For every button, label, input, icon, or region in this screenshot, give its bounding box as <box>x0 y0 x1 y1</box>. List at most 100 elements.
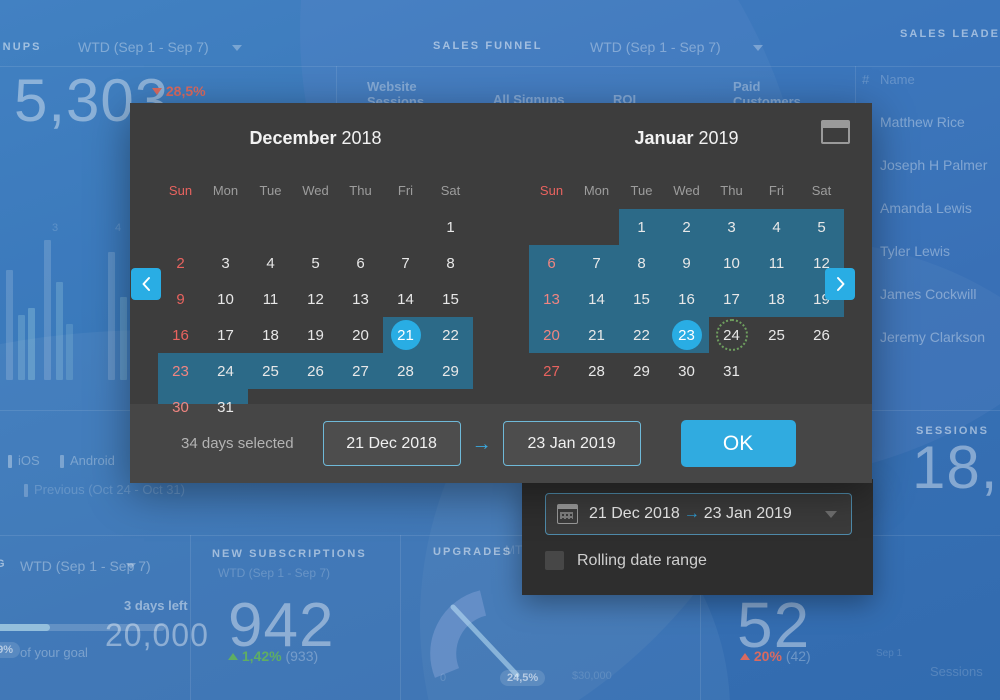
calendar-day-cell[interactable]: 10 <box>709 245 754 281</box>
bar <box>56 282 63 380</box>
calendar-day-cell[interactable]: 21 <box>383 317 428 353</box>
chevron-down-icon[interactable] <box>232 45 242 51</box>
end-date-field[interactable]: 23 Jan 2019 <box>502 421 641 466</box>
previous-month-button[interactable] <box>131 268 161 300</box>
calendar-day-cell[interactable]: 4 <box>754 209 799 245</box>
calendar-day-cell[interactable]: 17 <box>203 317 248 353</box>
start-date-field[interactable]: 21 Dec 2018 <box>322 421 461 466</box>
bar <box>18 315 25 380</box>
rolling-date-range-label: Rolling date range <box>577 551 707 569</box>
calendar-day-cell[interactable]: 1 <box>619 209 664 245</box>
calendar-day-number: 28 <box>588 362 605 380</box>
widget-period-new-subscriptions[interactable]: WTD (Sep 1 - Sep 7) <box>218 566 330 580</box>
calendar-day-cell[interactable]: 20 <box>529 317 574 353</box>
legend-swatch-ios <box>8 455 12 468</box>
calendar-day-cell[interactable]: 18 <box>248 317 293 353</box>
calendar-day-cell[interactable]: 2 <box>664 209 709 245</box>
calendar-day-cell[interactable]: 31 <box>709 353 754 389</box>
calendar-day-cell[interactable]: 1 <box>428 209 473 245</box>
weekday-label: Sat <box>440 183 461 198</box>
calendar-day-cell[interactable]: 25 <box>248 353 293 389</box>
calendar-day-cell[interactable]: 24 <box>203 353 248 389</box>
calendar-day-cell[interactable]: 28 <box>383 353 428 389</box>
gauge-min-label: 0 <box>440 672 447 684</box>
calendar-day-number: 19 <box>307 326 324 344</box>
calendar-day-cell[interactable]: 21 <box>574 317 619 353</box>
window-panel-icon[interactable] <box>821 120 850 144</box>
rolling-date-range-checkbox[interactable] <box>545 551 564 570</box>
widget-period-sales-funnel[interactable]: WTD (Sep 1 - Sep 7) <box>590 39 721 55</box>
chevron-down-icon[interactable] <box>126 563 136 569</box>
widget-label-signups: GNUPS <box>0 41 42 53</box>
calendar-day-cell[interactable]: 6 <box>529 245 574 281</box>
calendar-day-cell[interactable]: 3 <box>709 209 754 245</box>
calendar-day-cell[interactable]: 14 <box>383 281 428 317</box>
calendar-day-cell[interactable]: 11 <box>248 281 293 317</box>
calendar-day-number: 27 <box>543 362 560 380</box>
calendar-day-cell[interactable]: 9 <box>158 281 203 317</box>
chevron-down-icon[interactable] <box>753 45 763 51</box>
calendar-day-cell[interactable]: 18 <box>754 281 799 317</box>
calendar-day-cell[interactable]: 12 <box>293 281 338 317</box>
calendar-day-cell[interactable]: 8 <box>619 245 664 281</box>
calendar-day-cell[interactable]: 3 <box>203 245 248 281</box>
calendar-day-number: 13 <box>543 290 560 308</box>
calendar-year-left: 2018 <box>341 128 382 148</box>
calendar-day-cell[interactable]: 25 <box>754 317 799 353</box>
calendar-day-number: 24 <box>715 319 748 351</box>
calendar-day-cell[interactable]: 8 <box>428 245 473 281</box>
calendar-day-cell[interactable]: 9 <box>664 245 709 281</box>
calendar-day-cell[interactable]: 28 <box>574 353 619 389</box>
calendar-day-cell[interactable]: 16 <box>158 317 203 353</box>
calendar-week-row: 1 2 3 4 5 <box>529 209 844 245</box>
calendar-day-cell[interactable]: 10 <box>203 281 248 317</box>
calendar-day-cell[interactable]: 4 <box>248 245 293 281</box>
calendar-day-cell[interactable]: 5 <box>799 209 844 245</box>
calendar-day-cell[interactable]: 16 <box>664 281 709 317</box>
calendar-day-cell[interactable]: 2 <box>158 245 203 281</box>
calendar-december: December 2018 Sun Mon Tue Wed Thu Fri Sat 1234… <box>130 103 501 425</box>
date-range-text: 21 Dec 2018 → 23 Jan 2019 <box>589 505 792 523</box>
rolling-date-range-row[interactable]: Rolling date range <box>545 551 707 570</box>
calendar-title-left: December 2018 <box>130 128 501 149</box>
calendar-day-cell[interactable]: 26 <box>293 353 338 389</box>
calendar-day-cell[interactable]: 23 <box>158 353 203 389</box>
calendar-day-cell[interactable]: 22 <box>619 317 664 353</box>
calendar-day-number: 2 <box>682 218 691 236</box>
calendar-day-cell[interactable]: 20 <box>338 317 383 353</box>
calendar-day-cell[interactable]: 13 <box>338 281 383 317</box>
weekday-label: Sat <box>811 183 832 198</box>
calendar-day-cell[interactable]: 23 <box>664 317 709 353</box>
calendar-day-cell[interactable]: 29 <box>619 353 664 389</box>
calendar-day-cell[interactable]: 30 <box>664 353 709 389</box>
calendar-day-cell[interactable]: 29 <box>428 353 473 389</box>
calendar-day-cell[interactable]: 7 <box>383 245 428 281</box>
calendar-day-cell[interactable]: 11 <box>754 245 799 281</box>
calendar-day-number: 25 <box>768 326 785 344</box>
chevron-down-icon[interactable] <box>825 510 837 518</box>
calendar-day-cell[interactable]: 24 <box>709 317 754 353</box>
calendar-day-number: 18 <box>768 290 785 308</box>
widget-period-signups[interactable]: WTD (Sep 1 - Sep 7) <box>78 39 209 55</box>
calendar-title-right: Januar 2019 <box>501 128 872 149</box>
calendar-day-cell[interactable]: 14 <box>574 281 619 317</box>
calendar-day-cell[interactable]: 15 <box>619 281 664 317</box>
widget-value-sessions: 18,8 <box>912 434 1000 501</box>
calendar-day-cell[interactable]: 27 <box>338 353 383 389</box>
calendar-day-cell[interactable]: 27 <box>529 353 574 389</box>
calendar-day-cell[interactable]: 7 <box>574 245 619 281</box>
calendar-day-cell[interactable]: 19 <box>293 317 338 353</box>
widget-label-sales-funnel: SALES FUNNEL <box>433 40 543 52</box>
ok-button[interactable]: OK <box>680 420 796 467</box>
calendar-day-cell[interactable]: 5 <box>293 245 338 281</box>
calendar-day-cell[interactable]: 13 <box>529 281 574 317</box>
calendar-day-cell[interactable]: 6 <box>338 245 383 281</box>
calendar-day-number: 2 <box>176 254 185 272</box>
divider <box>400 535 401 700</box>
next-month-button[interactable] <box>825 268 855 300</box>
date-range-input[interactable]: 21 Dec 2018 → 23 Jan 2019 <box>545 493 852 535</box>
calendar-day-cell[interactable]: 17 <box>709 281 754 317</box>
calendar-day-cell[interactable]: 26 <box>799 317 844 353</box>
calendar-day-cell[interactable]: 22 <box>428 317 473 353</box>
calendar-day-cell[interactable]: 15 <box>428 281 473 317</box>
